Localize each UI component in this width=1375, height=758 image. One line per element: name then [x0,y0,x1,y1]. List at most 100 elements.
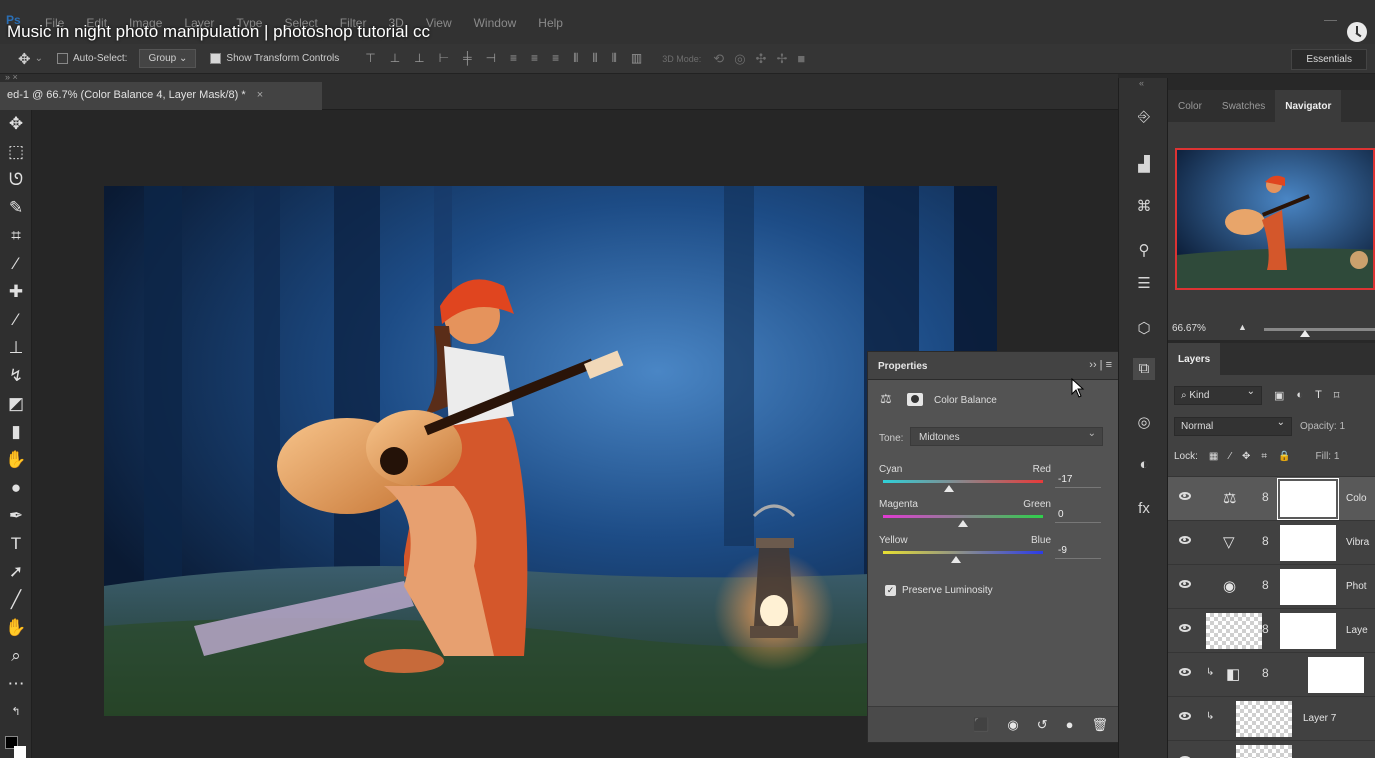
zoom-slider-thumb[interactable] [1300,330,1310,337]
lock-all-icon[interactable]: 🔒 [1278,451,1290,462]
layer-row-vibrance[interactable]: ▽ 8 Vibra [1168,520,1375,564]
tone-dropdown[interactable]: Midtones [910,427,1103,446]
layer-mask-thumbnail[interactable] [1308,657,1364,693]
filter-type-icon[interactable]: T [1315,389,1322,402]
eyedropper-tool-icon[interactable]: ⁄ [4,252,28,276]
filter-pixel-icon[interactable]: ▣ [1274,389,1284,402]
zoom-out-icon[interactable]: ▲ [1238,322,1247,332]
cyan-red-slider[interactable]: Cyan Red -17 [879,464,1109,504]
lock-transparent-icon[interactable]: ▦ [1209,451,1218,462]
layer-row-layer-7[interactable]: ↳ Layer 7 [1168,696,1375,740]
align-vcenter-icon[interactable]: ⊥ [390,51,400,66]
history-brush-icon[interactable]: ↯ [4,364,28,388]
delete-icon[interactable]: 🗑 [1091,717,1108,733]
distribute-vcenter-icon[interactable]: ≡ [531,51,538,66]
healing-brush-icon[interactable]: ✚ [4,280,28,304]
visibility-eye-icon[interactable] [1179,624,1191,632]
clip-to-layer-icon[interactable]: ⬛ [973,717,989,733]
tab-swatches[interactable]: Swatches [1212,90,1275,122]
magenta-green-slider[interactable]: Magenta Green 0 [879,499,1109,539]
layer-row-pixel-layer[interactable]: 8 Laye [1168,608,1375,652]
cyan-red-thumb[interactable] [944,485,955,492]
layer-name[interactable]: Colo [1346,493,1375,504]
pen-tool-icon[interactable]: ✒ [4,504,28,528]
move-tool-icon[interactable]: ✥ [4,112,28,136]
align-hcenter-icon[interactable]: ╪ [463,51,472,66]
navigator-preview[interactable] [1175,148,1375,290]
yellow-blue-slider[interactable]: Yellow Blue -9 [879,535,1109,575]
menu-window[interactable]: Window [474,16,517,30]
artwork-canvas[interactable] [104,186,997,716]
magenta-green-value[interactable]: 0 [1055,507,1101,523]
drag-3d-icon[interactable]: ✣ [756,51,767,67]
link-icon[interactable]: 8 [1262,578,1269,592]
magenta-green-track[interactable] [883,515,1043,518]
layer-name[interactable]: Laye [1346,625,1375,636]
cyan-red-track[interactable] [883,480,1043,483]
watch-later-icon[interactable] [1347,22,1367,42]
path-select-tool-icon[interactable]: ➚ [4,560,28,584]
layer-thumbnail[interactable] [1236,701,1292,737]
tab-layers[interactable]: Layers [1168,343,1221,376]
layer-row-next[interactable] [1168,740,1375,758]
lock-artboard-icon[interactable]: ⌗ [1261,451,1267,462]
yellow-blue-value[interactable]: -9 [1055,543,1101,559]
tab-color[interactable]: Color [1168,90,1212,122]
workspace-switcher[interactable]: Essentials [1291,49,1367,70]
eraser-tool-icon[interactable]: ◩ [4,392,28,416]
yellow-blue-track[interactable] [883,551,1043,554]
align-right-icon[interactable]: ⊣ [486,51,496,66]
distribute-right-icon[interactable]: ⦀ [612,51,617,66]
minimize-icon[interactable]: — [1324,12,1337,27]
layers-panel-icon[interactable]: ⧉ [1133,358,1155,380]
marquee-tool-icon[interactable]: ⬚ [4,140,28,164]
lock-position-icon[interactable]: ✥ [1242,451,1250,462]
adjust-panel-icon[interactable]: ☰ [1133,273,1155,295]
visibility-eye-icon[interactable] [1179,536,1191,544]
hand-tool-icon[interactable]: ✋ [4,616,28,640]
paths-panel-icon[interactable]: ◐ [1133,454,1155,476]
gradient-tool-icon[interactable]: ▮ [4,420,28,444]
show-transform-checkbox[interactable] [210,53,222,64]
cyan-red-value[interactable]: -17 [1055,472,1101,488]
layer-row-gradient[interactable]: ↳ ◧ 8 [1168,652,1375,696]
distribute-left-icon[interactable]: ⦀ [573,51,578,66]
move-tool-icon[interactable]: ✥ [18,50,31,68]
distribute-hcenter-icon[interactable]: ⦀ [592,51,597,66]
distribute-top-icon[interactable]: ≡ [510,51,517,66]
link-icon[interactable]: 8 [1262,490,1269,504]
blend-mode-dropdown[interactable]: Normal [1174,416,1292,436]
roll-3d-icon[interactable]: ◎ [734,51,745,67]
tool-preset-chevron-icon[interactable]: ⌄ [35,53,43,64]
navigator-zoom[interactable]: 66.67% [1172,323,1206,334]
history-panel-icon[interactable]: ⎆ [1133,106,1155,128]
clone-source-icon[interactable]: ⚲ [1133,240,1155,262]
clone-stamp-icon[interactable]: ⊥ [4,336,28,360]
link-icon[interactable]: 8 [1262,534,1269,548]
layer-mask-thumbnail[interactable] [1277,478,1339,520]
visibility-eye-icon[interactable] [1179,492,1191,500]
zoom-tool-icon[interactable]: ⌕ [4,644,28,668]
filter-adjustment-icon[interactable]: ◐ [1296,389,1303,402]
filter-shape-icon[interactable]: ⌑ [1334,389,1340,402]
document-tab[interactable]: ed-1 @ 66.7% (Color Balance 4, Layer Mas… [0,82,322,110]
link-icon[interactable]: 8 [1262,622,1269,636]
blur-tool-icon[interactable]: ✋ [4,448,28,472]
auto-align-icon[interactable]: ▥ [631,51,642,66]
layer-name[interactable]: Phot [1346,581,1375,592]
panel-menu-icon[interactable]: ›› | ≡ [1089,359,1112,371]
slide-3d-icon[interactable]: ✢ [776,51,787,67]
tab-navigator[interactable]: Navigator [1275,90,1342,122]
more-tools-icon[interactable]: ⋯ [4,672,28,696]
layer-name[interactable]: Layer 7 [1303,713,1336,724]
toggle-visibility-icon[interactable]: ● [1066,717,1074,733]
line-tool-icon[interactable]: ╱ [4,588,28,612]
yellow-blue-thumb[interactable] [950,556,961,563]
visibility-eye-icon[interactable] [1179,668,1191,676]
layer-mask-icon[interactable] [907,393,923,406]
link-icon[interactable]: 8 [1262,666,1269,680]
dodge-tool-icon[interactable]: ● [4,476,28,500]
channels-panel-icon[interactable]: ◎ [1133,412,1155,434]
auto-select-dropdown[interactable]: Group ⌄ [139,49,197,68]
distribute-bottom-icon[interactable]: ≡ [552,51,559,66]
